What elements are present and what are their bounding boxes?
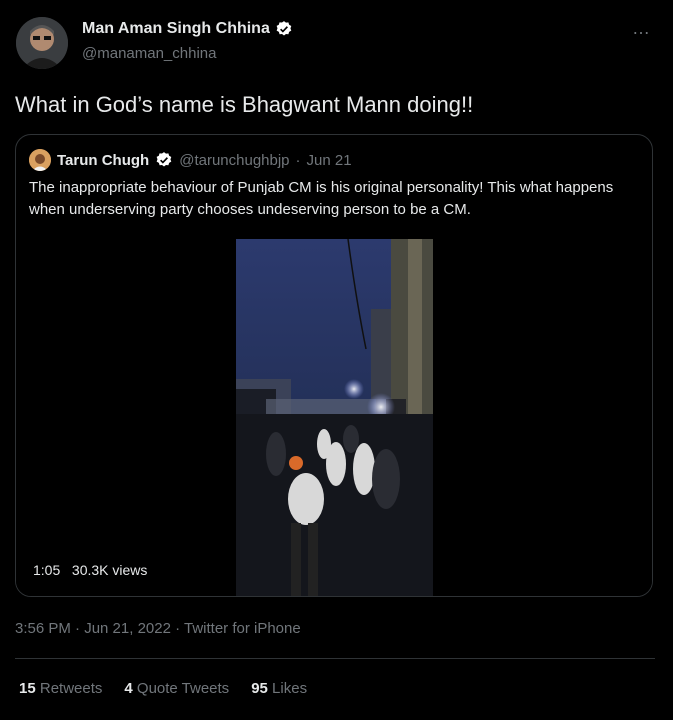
retweets-label: Retweets xyxy=(39,680,103,697)
tweet-timestamp[interactable]: 3:56 PM · Jun 21, 2022 · Twitter for iPh… xyxy=(15,620,301,637)
quoted-avatar[interactable] xyxy=(29,149,51,171)
quote-tweets-stat[interactable]: 4 Quote Tweets xyxy=(124,680,229,697)
likes-count: 95 xyxy=(251,680,268,697)
quoted-tweet[interactable]: Tarun Chugh @tarunchughbjp · Jun 21 The … xyxy=(15,134,653,597)
quoted-header: Tarun Chugh @tarunchughbjp · Jun 21 xyxy=(29,149,352,171)
video-thumbnail xyxy=(236,239,433,596)
likes-label: Likes xyxy=(272,680,308,697)
quoted-handle[interactable]: @tarunchughbjp xyxy=(179,152,289,169)
quoted-author-name[interactable]: Tarun Chugh xyxy=(57,152,149,169)
verified-badge-icon xyxy=(276,21,292,36)
tweet-text: What in God’s name is Bhagwant Mann doin… xyxy=(15,92,474,117)
quoted-date[interactable]: Jun 21 xyxy=(307,152,352,169)
video-duration: 1:05 xyxy=(33,562,61,578)
quote-tweets-count: 4 xyxy=(124,680,133,697)
author-avatar[interactable] xyxy=(16,17,68,69)
quoted-separator: · xyxy=(295,151,301,169)
author-name[interactable]: Man Aman Singh Chhina xyxy=(82,20,270,38)
quote-tweets-label: Quote Tweets xyxy=(136,680,230,697)
video-thumbnail-image xyxy=(236,239,433,596)
more-options-icon[interactable]: … xyxy=(632,18,651,39)
video-views: 30.3K views xyxy=(71,562,148,578)
retweets-count: 15 xyxy=(19,680,36,697)
author-handle[interactable]: @manaman_chhina xyxy=(82,45,216,62)
divider xyxy=(15,658,655,659)
author-name-row[interactable]: Man Aman Singh Chhina xyxy=(82,20,293,38)
quoted-verified-badge-icon xyxy=(156,152,172,167)
quoted-text: The inappropriate behaviour of Punjab CM… xyxy=(29,179,614,218)
retweets-stat[interactable]: 15 Retweets xyxy=(19,680,102,697)
likes-stat[interactable]: 95 Likes xyxy=(251,680,307,697)
video-stats: 1:05 30.3K views xyxy=(33,562,147,578)
engagement-stats: 15 Retweets 4 Quote Tweets 95 Likes xyxy=(19,680,307,697)
video-player[interactable]: 1:05 30.3K views xyxy=(16,232,652,596)
author-avatar-image xyxy=(16,17,68,69)
quoted-avatar-image xyxy=(29,149,51,171)
